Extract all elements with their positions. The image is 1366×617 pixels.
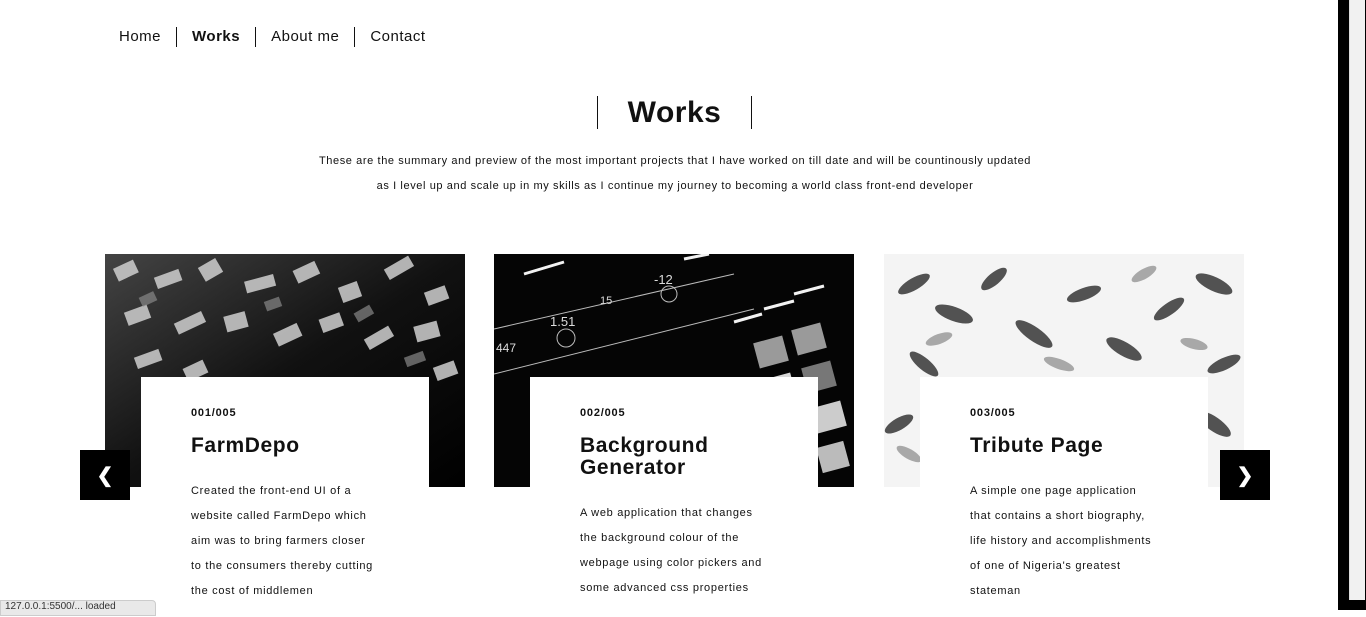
desc-line: the background colour of the [580,532,740,544]
desc-line: some advanced css properties [580,582,749,594]
svg-text:-12: -12 [654,272,673,287]
project-number: 003/005 [970,407,1016,419]
project-title: Background Generator [580,434,709,479]
desc-line: A simple one page application [970,485,1137,497]
nav-home[interactable]: Home [104,27,176,47]
desc-line: webpage using color pickers and [580,557,762,569]
intro-text-line-2: as I level up and scale up in my skills … [376,180,974,192]
svg-text:447: 447 [496,341,516,355]
project-card-tribute-page[interactable]: 003/005 Tribute Page A simple one page a… [920,377,1208,617]
desc-line: stateman [970,585,1021,597]
project-title: FarmDepo [191,434,300,457]
chevron-right-icon: ❯ [1236,464,1254,487]
page-title-frame: Works [597,96,752,129]
project-description: A simple one page application that conta… [970,479,1170,604]
project-description: A web application that changes the backg… [580,501,780,601]
nav-works[interactable]: Works [176,27,255,47]
project-number: 002/005 [580,407,626,419]
desc-line: life history and accomplishments [970,535,1152,547]
desc-line: to the consumers thereby cutting [191,560,373,572]
chevron-left-icon: ❮ [96,464,114,487]
desc-line: that contains a short biography, [970,510,1146,522]
page-title: Works [627,96,722,129]
desc-line: A web application that changes [580,507,753,519]
main-nav: Home Works About me Contact [104,26,441,48]
project-card-background-generator[interactable]: 002/005 Background Generator A web appli… [530,377,818,617]
project-description: Created the front-end UI of a website ca… [191,479,391,604]
desc-line: the cost of middlemen [191,585,314,597]
vertical-scrollbar[interactable] [1338,0,1366,610]
svg-text:15: 15 [600,295,612,307]
desc-line: Created the front-end UI of a [191,485,352,497]
svg-text:1.51: 1.51 [550,314,575,329]
nav-contact[interactable]: Contact [354,27,440,47]
desc-line: website called FarmDepo which [191,510,367,522]
desc-line: aim was to bring farmers closer [191,535,366,547]
nav-about[interactable]: About me [255,27,354,47]
project-number: 001/005 [191,407,237,419]
carousel-next-button[interactable]: ❯ [1220,450,1270,500]
desc-line: of one of Nigeria's greatest [970,560,1121,572]
intro-text-line-1: These are the summary and preview of the… [318,155,1032,167]
scrollbar-thumb[interactable] [1349,0,1365,600]
carousel-prev-button[interactable]: ❮ [80,450,130,500]
browser-status-bar: 127.0.0.1:5500/... loaded [0,600,156,616]
project-card-farmdepo[interactable]: 001/005 FarmDepo Created the front-end U… [141,377,429,617]
project-title: Tribute Page [970,434,1104,457]
